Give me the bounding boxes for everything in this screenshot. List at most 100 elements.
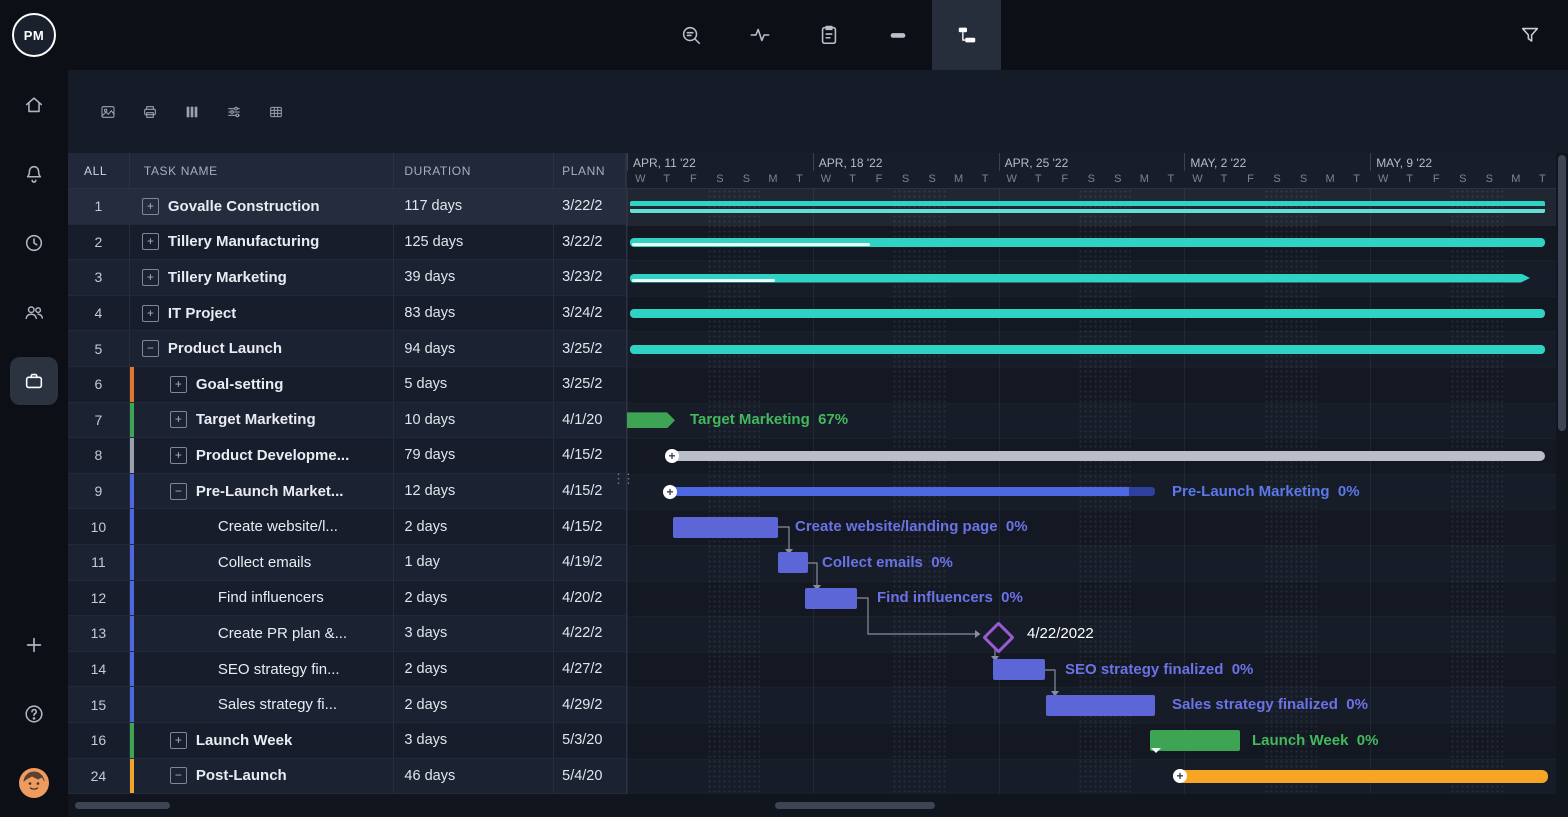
timeline-days: WTFSSMTWTFSSMTWTFSSMTWTFSSMTWTFSSMT	[627, 171, 1556, 189]
table-row[interactable]: 6+Goal-setting5 days3/25/2	[68, 367, 626, 403]
activity-nav-button[interactable]	[725, 0, 794, 70]
expand-toggle[interactable]: +	[142, 198, 159, 215]
expand-toggle[interactable]: +	[170, 732, 187, 749]
task-name: Sales strategy fi...	[218, 696, 337, 713]
card-icon	[887, 24, 909, 46]
table-row[interactable]: 3+Tillery Marketing39 days3/23/2	[68, 260, 626, 296]
gantt-bar-task[interactable]	[1046, 695, 1155, 716]
task-planned-start: 4/27/2	[554, 652, 626, 687]
row-number: 24	[68, 759, 130, 794]
table-row[interactable]: 16+Launch Week3 days5/3/20	[68, 723, 626, 759]
gantt-bar-teal[interactable]	[630, 309, 1545, 318]
expand-toggle[interactable]: +	[142, 305, 159, 322]
expand-toggle[interactable]: +	[170, 447, 187, 464]
top-navigation	[656, 0, 1001, 70]
task-name: Target Marketing	[196, 411, 316, 428]
task-duration: 2 days	[394, 652, 554, 687]
table-row[interactable]: 1+Govalle Construction117 days3/22/2	[68, 189, 626, 225]
progress-handle[interactable]: +	[663, 485, 677, 499]
table-row[interactable]: 13Create PR plan &...3 days4/22/2	[68, 616, 626, 652]
report-nav-button[interactable]	[794, 0, 863, 70]
gantt-bar-teal[interactable]	[630, 238, 1545, 247]
gantt-bar-teal[interactable]	[630, 345, 1545, 354]
filter-all-dropdown[interactable]: ALL	[68, 153, 130, 189]
row-number: 12	[68, 581, 130, 616]
progress-handle[interactable]: +	[1173, 769, 1187, 783]
task-duration: 10 days	[394, 403, 554, 438]
timeline-day-label: W	[1370, 171, 1397, 189]
task-name-cell: +Product Developme...	[130, 438, 395, 473]
collapse-toggle[interactable]: −	[170, 767, 187, 784]
grid-icon	[268, 101, 284, 123]
card-nav-button[interactable]	[863, 0, 932, 70]
sidebar-item-recent[interactable]	[0, 208, 68, 277]
table-row[interactable]: 12Find influencers2 days4/20/2	[68, 581, 626, 617]
row-number: 16	[68, 723, 130, 758]
gantt-bar-gray[interactable]: +	[670, 451, 1545, 461]
gantt-bar-task[interactable]	[993, 659, 1045, 680]
gantt-settings-button[interactable]	[220, 98, 248, 126]
gantt-bar-teal-tip[interactable]	[630, 274, 1530, 283]
vertical-scrollbar-thumb[interactable]	[1558, 155, 1566, 431]
table-row[interactable]: 9−Pre-Launch Market...12 days4/15/2	[68, 474, 626, 510]
add-plus-icon	[23, 634, 45, 656]
task-color-strip	[130, 403, 134, 438]
progress-handle[interactable]: +	[665, 449, 679, 463]
sidebar-item-home[interactable]	[0, 70, 68, 139]
timeline-week-label: APR, 25 '22	[999, 153, 1185, 171]
table-row[interactable]: 4+IT Project83 days3/24/2	[68, 296, 626, 332]
task-name: Goal-setting	[196, 376, 284, 393]
columns-button[interactable]	[178, 98, 206, 126]
bar-label: Create website/landing page 0%	[795, 518, 1028, 536]
expand-toggle[interactable]: +	[142, 233, 159, 250]
sidebar-item-help[interactable]	[0, 679, 68, 748]
team-icon	[23, 301, 45, 323]
filter-button[interactable]	[1508, 0, 1552, 70]
collapse-toggle[interactable]: −	[170, 483, 187, 500]
task-name: Create PR plan &...	[218, 625, 347, 642]
gantt-bar-task[interactable]	[778, 552, 808, 573]
table-row[interactable]: 7+Target Marketing10 days4/1/20	[68, 403, 626, 439]
sidebar-item-profile[interactable]	[0, 748, 68, 817]
app-logo[interactable]: PM	[0, 0, 68, 70]
portfolio-briefcase-icon	[23, 370, 45, 392]
gantt-bar-orange[interactable]: +	[1178, 770, 1548, 783]
task-color-strip	[130, 652, 134, 687]
column-header-duration[interactable]: DURATION	[394, 153, 554, 189]
collapse-toggle[interactable]: −	[142, 340, 159, 357]
table-row[interactable]: 5−Product Launch94 days3/25/2	[68, 331, 626, 367]
export-image-button[interactable]	[94, 98, 122, 126]
table-row[interactable]: 14SEO strategy fin...2 days4/27/2	[68, 652, 626, 688]
expand-toggle[interactable]: +	[170, 376, 187, 393]
gantt-bar-task[interactable]	[805, 588, 857, 609]
table-row[interactable]: 8+Product Developme...79 days4/15/2	[68, 438, 626, 474]
timeline-day-label: F	[1052, 171, 1079, 189]
sidebar-item-team[interactable]	[0, 277, 68, 346]
table-row[interactable]: 10Create website/l...2 days4/15/2	[68, 509, 626, 545]
sidebar-item-portfolio[interactable]	[0, 346, 68, 415]
zoom-search-nav-button[interactable]	[656, 0, 725, 70]
gantt-nav-button[interactable]	[932, 0, 1001, 70]
gantt-scrollbar-thumb[interactable]	[775, 802, 935, 809]
gantt-bar-green-tag[interactable]	[627, 412, 675, 428]
table-row[interactable]: 11Collect emails1 day4/19/2	[68, 545, 626, 581]
sidebar-item-add[interactable]	[0, 610, 68, 679]
gantt-bar-teal-double[interactable]	[630, 201, 1545, 213]
column-header-task-name[interactable]: TASK NAME	[130, 153, 395, 189]
table-scrollbar-thumb[interactable]	[75, 802, 170, 809]
column-header-planned[interactable]: PLANN	[554, 153, 626, 189]
gantt-bar-blue-summary[interactable]: +	[668, 487, 1155, 496]
expand-toggle[interactable]: +	[170, 411, 187, 428]
table-row[interactable]: 24−Post-Launch46 days5/4/20	[68, 759, 626, 795]
timeline-day-label: W	[813, 171, 840, 189]
grid-view-button[interactable]	[262, 98, 290, 126]
print-button[interactable]	[136, 98, 164, 126]
sidebar-item-notifications[interactable]	[0, 139, 68, 208]
task-name: Collect emails	[218, 554, 311, 571]
gantt-bar-green-task[interactable]	[1150, 730, 1240, 751]
gantt-bar-task[interactable]	[673, 517, 778, 538]
pane-splitter-handle[interactable]: ⋮⋮	[615, 462, 629, 496]
table-row[interactable]: 15Sales strategy fi...2 days4/29/2	[68, 687, 626, 723]
expand-toggle[interactable]: +	[142, 269, 159, 286]
table-row[interactable]: 2+Tillery Manufacturing125 days3/22/2	[68, 225, 626, 261]
